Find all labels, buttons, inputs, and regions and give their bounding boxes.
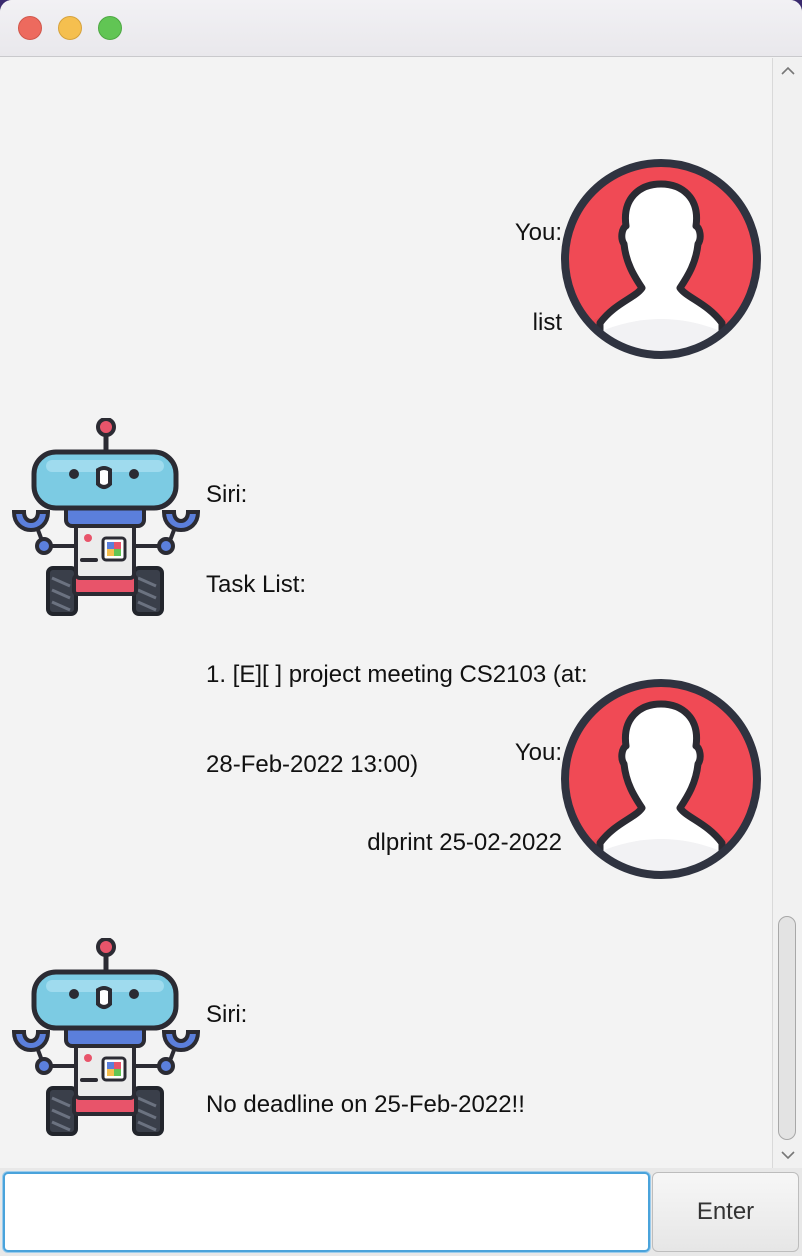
dialog-container[interactable]: You: list Siri: Task List: 1. [E][ ] pro… xyxy=(0,58,772,1168)
robot-icon xyxy=(8,418,204,618)
scrollbar-thumb[interactable] xyxy=(778,916,796,1140)
robot-icon xyxy=(8,938,204,1138)
app-window: You: list Siri: Task List: 1. [E][ ] pro… xyxy=(0,0,802,1256)
user-message: You: list xyxy=(514,219,562,336)
chevron-down-icon[interactable] xyxy=(773,1144,802,1166)
chevron-up-icon[interactable] xyxy=(773,60,802,82)
title-bar xyxy=(0,0,802,57)
close-window-button[interactable] xyxy=(18,16,42,40)
user-message: You: dlprint 25-02-2022 xyxy=(367,739,562,856)
enter-button[interactable]: Enter xyxy=(652,1172,799,1252)
minimize-window-button[interactable] xyxy=(58,16,82,40)
user-silhouette-icon xyxy=(560,158,762,360)
input-bar: Enter xyxy=(0,1168,802,1256)
vertical-scrollbar[interactable] xyxy=(772,58,802,1168)
bot-message: Siri: No deadline on 25-Feb-2022!! xyxy=(206,1001,525,1118)
user-input-field[interactable] xyxy=(3,1172,650,1252)
maximize-window-button[interactable] xyxy=(98,16,122,40)
user-silhouette-icon xyxy=(560,678,762,880)
